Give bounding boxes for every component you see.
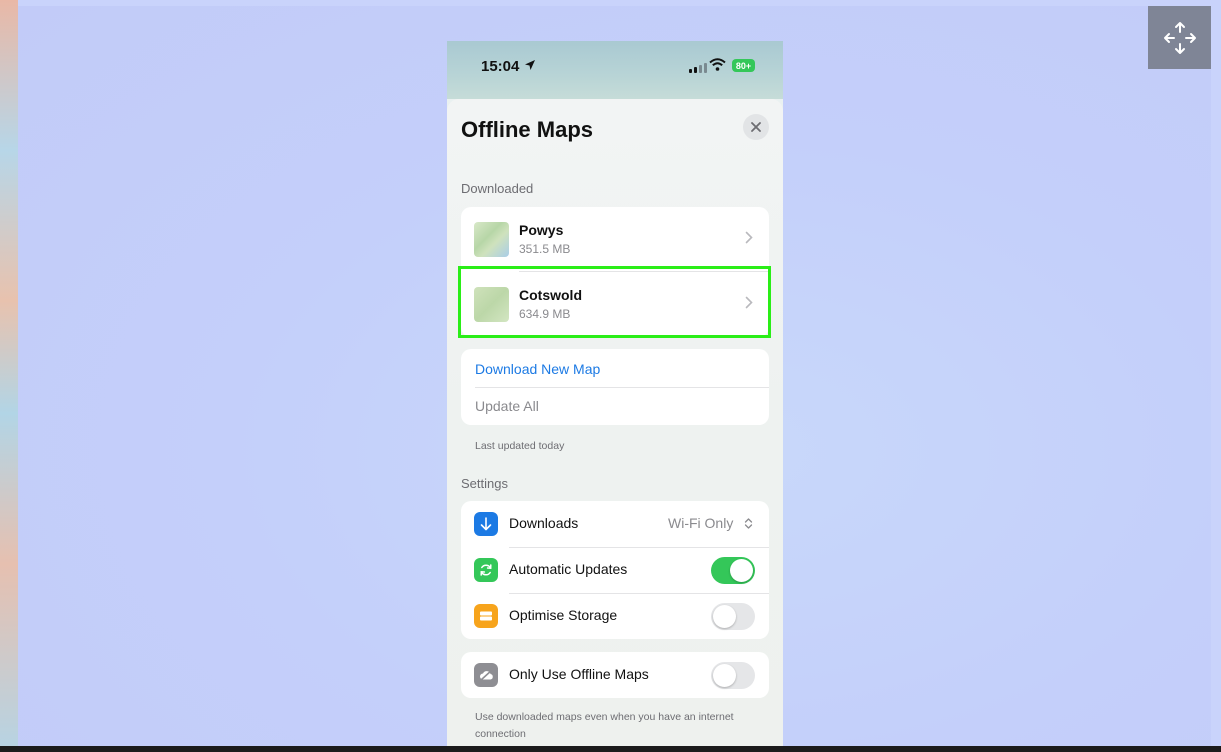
phone-screen: 15:04 80+ Offline Maps Downloaded Powys … bbox=[447, 41, 783, 746]
settings-section-label: Settings bbox=[461, 476, 508, 491]
status-time: 15:04 bbox=[481, 58, 520, 75]
download-new-map-button[interactable]: Download New Map bbox=[475, 361, 600, 377]
automatic-updates-setting-row: Automatic Updates bbox=[461, 547, 769, 593]
chevron-right-icon bbox=[745, 296, 753, 309]
offline-only-toggle[interactable] bbox=[711, 662, 755, 689]
move-button[interactable] bbox=[1148, 6, 1211, 69]
map-size: 634.9 MB bbox=[519, 307, 571, 321]
bottom-border bbox=[0, 746, 1221, 752]
offline-only-footnote: Use downloaded maps even when you have a… bbox=[475, 711, 734, 740]
downloads-label: Downloads bbox=[509, 515, 579, 531]
downloads-setting-row[interactable]: Downloads Wi-Fi Only bbox=[461, 501, 769, 547]
wifi-icon bbox=[709, 58, 726, 71]
storage-icon bbox=[474, 604, 498, 628]
map-thumbnail bbox=[474, 287, 509, 322]
map-thumbnail bbox=[474, 222, 509, 257]
map-size: 351.5 MB bbox=[519, 242, 571, 256]
downloaded-maps-card: Powys 351.5 MB Cotswold 634.9 MB bbox=[461, 207, 769, 337]
automatic-updates-toggle[interactable] bbox=[711, 557, 755, 584]
refresh-icon bbox=[474, 558, 498, 582]
automatic-updates-label: Automatic Updates bbox=[509, 561, 628, 577]
downloads-value[interactable]: Wi-Fi Only bbox=[668, 515, 733, 531]
downloaded-section-label: Downloaded bbox=[461, 181, 534, 196]
signal-icon bbox=[689, 63, 707, 73]
status-bar: 15:04 80+ bbox=[447, 41, 783, 99]
offline-only-card: Only Use Offline Maps bbox=[461, 652, 769, 698]
map-row-cotswold[interactable]: Cotswold 634.9 MB bbox=[461, 272, 769, 336]
download-arrow-icon bbox=[474, 512, 498, 536]
battery-indicator: 80+ bbox=[732, 59, 755, 72]
optimise-storage-setting-row: Optimise Storage bbox=[461, 593, 769, 639]
offline-only-label: Only Use Offline Maps bbox=[509, 666, 649, 682]
updown-chevron-icon bbox=[744, 518, 753, 529]
optimise-storage-toggle[interactable] bbox=[711, 603, 755, 630]
map-name: Cotswold bbox=[519, 287, 582, 303]
map-row-powys[interactable]: Powys 351.5 MB bbox=[461, 207, 769, 271]
settings-card: Downloads Wi-Fi Only Automatic Updates O… bbox=[461, 501, 769, 639]
location-arrow-icon bbox=[525, 60, 535, 70]
last-updated-text: Last updated today bbox=[475, 440, 565, 452]
sheet-title: Offline Maps bbox=[461, 117, 594, 142]
optimise-storage-label: Optimise Storage bbox=[509, 607, 618, 623]
update-all-button[interactable]: Update All bbox=[475, 398, 539, 414]
chevron-right-icon bbox=[745, 231, 753, 244]
map-name: Powys bbox=[519, 222, 564, 238]
close-button[interactable] bbox=[743, 114, 769, 140]
move-icon bbox=[1163, 21, 1196, 54]
cloud-off-icon bbox=[474, 663, 498, 687]
close-icon bbox=[751, 122, 761, 132]
offline-maps-sheet: Offline Maps Downloaded Powys 351.5 MB C… bbox=[447, 99, 783, 746]
map-actions-card: Download New Map Update All bbox=[461, 349, 769, 425]
divider bbox=[475, 387, 769, 388]
background-strip bbox=[0, 0, 18, 752]
offline-only-setting-row: Only Use Offline Maps bbox=[461, 652, 769, 698]
